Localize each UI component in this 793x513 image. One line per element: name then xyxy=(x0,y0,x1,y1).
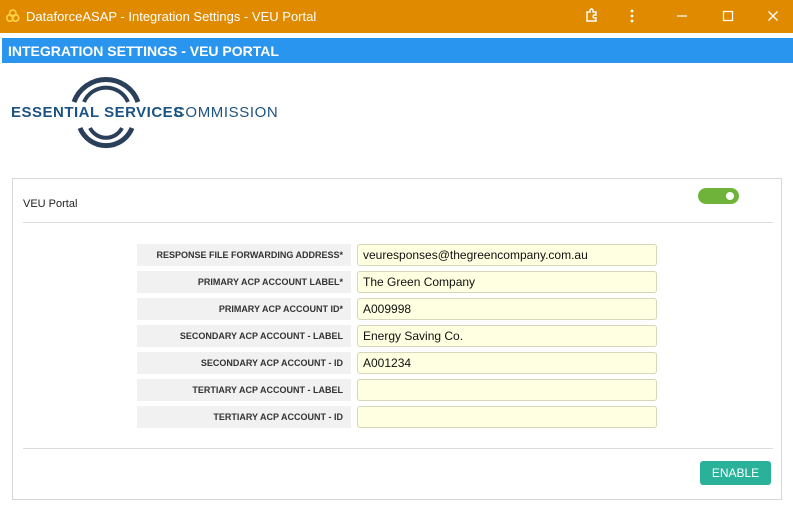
field-label: TERTIARY ACP ACCOUNT - LABEL xyxy=(137,379,351,401)
window-titlebar: DataforceASAP - Integration Settings - V… xyxy=(0,0,793,33)
field-label: RESPONSE FILE FORWARDING ADDRESS* xyxy=(137,244,351,266)
more-options-icon[interactable] xyxy=(618,4,646,28)
toggle-knob xyxy=(726,192,734,200)
veu-portal-panel: VEU Portal RESPONSE FILE FORWARDING ADDR… xyxy=(12,178,782,500)
primary-acp-label-input[interactable] xyxy=(357,271,657,293)
form-row-secondary-acp-label: SECONDARY ACP ACCOUNT - LABEL xyxy=(137,325,657,347)
form-row-primary-acp-id: PRIMARY ACP ACCOUNT ID* xyxy=(137,298,657,320)
field-label: PRIMARY ACP ACCOUNT LABEL* xyxy=(137,271,351,293)
secondary-acp-id-input[interactable] xyxy=(357,352,657,374)
page-title: INTEGRATION SETTINGS - VEU PORTAL xyxy=(8,43,279,59)
field-label: SECONDARY ACP ACCOUNT - LABEL xyxy=(137,325,351,347)
field-label: PRIMARY ACP ACCOUNT ID* xyxy=(137,298,351,320)
primary-acp-id-input[interactable] xyxy=(357,298,657,320)
tertiary-acp-label-input[interactable] xyxy=(357,379,657,401)
section-label: VEU Portal xyxy=(23,198,78,210)
secondary-acp-label-input[interactable] xyxy=(357,325,657,347)
form-row-tertiary-acp-label: TERTIARY ACP ACCOUNT - LABEL xyxy=(137,379,657,401)
field-label: TERTIARY ACP ACCOUNT - ID xyxy=(137,406,351,428)
essential-services-commission-logo: ESSENTIAL SERVICES COMMISSION xyxy=(10,70,290,160)
form-row-tertiary-acp-id: TERTIARY ACP ACCOUNT - ID xyxy=(137,406,657,428)
field-label: SECONDARY ACP ACCOUNT - ID xyxy=(137,352,351,374)
logo-text-bold: ESSENTIAL SERVICES xyxy=(11,104,184,121)
enable-button[interactable]: ENABLE xyxy=(700,461,771,485)
form-row-primary-acp-label: PRIMARY ACP ACCOUNT LABEL* xyxy=(137,271,657,293)
page-header: INTEGRATION SETTINGS - VEU PORTAL xyxy=(2,38,793,63)
app-icon xyxy=(5,9,20,23)
extensions-icon[interactable] xyxy=(578,4,606,28)
form-row-secondary-acp-id: SECONDARY ACP ACCOUNT - ID xyxy=(137,352,657,374)
tertiary-acp-id-input[interactable] xyxy=(357,406,657,428)
maximize-icon[interactable] xyxy=(714,4,742,28)
divider xyxy=(23,222,773,223)
window-title: DataforceASAP - Integration Settings - V… xyxy=(26,9,317,24)
logo-text-light: COMMISSION xyxy=(174,104,279,121)
response-forwarding-address-input[interactable] xyxy=(357,244,657,266)
divider xyxy=(23,448,773,449)
minimize-icon[interactable] xyxy=(668,4,696,28)
veu-portal-toggle[interactable] xyxy=(698,188,739,204)
close-icon[interactable] xyxy=(759,4,787,28)
form-row-response-forwarding-address: RESPONSE FILE FORWARDING ADDRESS* xyxy=(137,244,657,266)
